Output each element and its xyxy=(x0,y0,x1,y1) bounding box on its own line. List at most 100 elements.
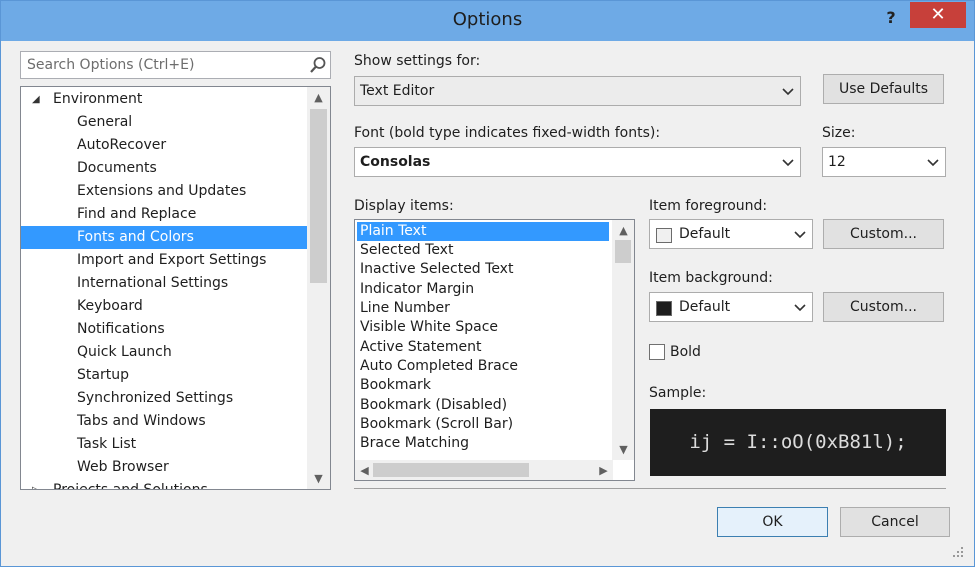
tree-item-label: Keyboard xyxy=(77,298,143,314)
chevron-down-icon xyxy=(794,304,806,312)
scroll-up-icon[interactable]: ▲ xyxy=(615,222,632,239)
tree-item-label: Extensions and Updates xyxy=(77,183,247,199)
scroll-down-icon[interactable]: ▼ xyxy=(310,470,327,487)
search-icon[interactable] xyxy=(308,55,328,75)
size-label: Size: xyxy=(822,125,856,141)
item-background-label: Item background: xyxy=(649,270,773,286)
tree-item-projects[interactable]: ▷ Projects and Solutions xyxy=(21,479,307,490)
bold-checkbox[interactable] xyxy=(649,344,665,360)
font-value: Consolas xyxy=(360,154,431,170)
expand-triangle-icon[interactable]: ◢ xyxy=(32,88,40,111)
tree-item-label: Synchronized Settings xyxy=(77,390,234,406)
list-horizontal-scrollbar[interactable]: ◀ ▶ xyxy=(355,460,613,480)
collapse-triangle-icon[interactable]: ▷ xyxy=(32,479,40,489)
tree-item-environment[interactable]: ◢ Environment xyxy=(21,88,307,111)
tree-item-label: Find and Replace xyxy=(77,206,197,222)
help-button[interactable]: ? xyxy=(879,7,903,29)
tree-item-autorecover[interactable]: AutoRecover xyxy=(21,134,307,157)
tree-item-keyboard[interactable]: Keyboard xyxy=(21,295,307,318)
tree-item-label: Notifications xyxy=(77,321,165,337)
bold-label: Bold xyxy=(670,344,701,360)
show-settings-value: Text Editor xyxy=(360,83,435,99)
title-bar[interactable]: Options ? ✕ xyxy=(1,1,974,41)
tree-scrollbar[interactable]: ▲ ▼ xyxy=(307,87,330,489)
tree-item-label: Projects and Solutions xyxy=(53,482,208,490)
font-combo[interactable]: Consolas xyxy=(354,147,801,177)
tree-item-task-list[interactable]: Task List xyxy=(21,433,307,456)
use-defaults-button[interactable]: Use Defaults xyxy=(823,74,944,104)
background-value: Default xyxy=(679,299,731,315)
list-item[interactable]: Visible White Space xyxy=(357,318,609,337)
display-items-list[interactable]: Plain Text Selected Text Inactive Select… xyxy=(354,219,635,481)
search-box[interactable] xyxy=(20,51,331,79)
tree-item-tabs-windows[interactable]: Tabs and Windows xyxy=(21,410,307,433)
foreground-custom-button[interactable]: Custom... xyxy=(823,219,944,249)
tree-item-fonts-colors[interactable]: Fonts and Colors xyxy=(21,226,307,249)
tree-item-general[interactable]: General xyxy=(21,111,307,134)
options-tree[interactable]: ◢ Environment General AutoRecover Docume… xyxy=(20,86,331,490)
scroll-left-icon[interactable]: ◀ xyxy=(356,462,373,479)
list-item[interactable]: Line Number xyxy=(357,299,609,318)
list-item[interactable]: Brace Matching xyxy=(357,434,609,453)
list-item[interactable]: Selected Text xyxy=(357,241,609,260)
tree-scroll-thumb[interactable] xyxy=(310,109,327,283)
tree-item-find-replace[interactable]: Find and Replace xyxy=(21,203,307,226)
tree-item-label: AutoRecover xyxy=(77,137,167,153)
tree-item-notifications[interactable]: Notifications xyxy=(21,318,307,341)
display-items-label: Display items: xyxy=(354,198,454,214)
scroll-down-icon[interactable]: ▼ xyxy=(615,441,632,458)
background-combo[interactable]: Default xyxy=(649,292,813,322)
list-item[interactable]: Bookmark xyxy=(357,376,609,395)
ok-button[interactable]: OK xyxy=(717,507,828,537)
scroll-up-icon[interactable]: ▲ xyxy=(310,89,327,106)
cancel-button[interactable]: Cancel xyxy=(840,507,950,537)
list-vertical-scrollbar[interactable]: ▲ ▼ xyxy=(612,220,634,460)
list-hscroll-thumb[interactable] xyxy=(373,463,529,477)
tree-item-label: Startup xyxy=(77,367,129,383)
list-item[interactable]: Bookmark (Scroll Bar) xyxy=(357,415,609,434)
list-item[interactable]: Plain Text xyxy=(357,222,609,241)
foreground-value: Default xyxy=(679,226,731,242)
background-custom-button[interactable]: Custom... xyxy=(823,292,944,322)
dialog-title: Options xyxy=(452,9,523,30)
list-item[interactable]: Auto Completed Brace xyxy=(357,357,609,376)
sample-preview: ij = I::oO(0xB81l); xyxy=(650,409,946,476)
dialog-body: ◢ Environment General AutoRecover Docume… xyxy=(9,41,966,560)
item-foreground-label: Item foreground: xyxy=(649,198,768,214)
list-item[interactable]: Bookmark (Disabled) xyxy=(357,396,609,415)
list-item[interactable]: Active Statement xyxy=(357,338,609,357)
tree-item-international[interactable]: International Settings xyxy=(21,272,307,295)
tree-item-startup[interactable]: Startup xyxy=(21,364,307,387)
tree-item-label: Documents xyxy=(77,160,157,176)
chevron-down-icon xyxy=(782,159,794,167)
tree-item-label: Fonts and Colors xyxy=(77,229,194,245)
tree-item-extensions[interactable]: Extensions and Updates xyxy=(21,180,307,203)
tree-item-label: Tabs and Windows xyxy=(77,413,206,429)
list-item[interactable]: Inactive Selected Text xyxy=(357,260,609,279)
size-combo[interactable]: 12 xyxy=(822,147,946,177)
close-button[interactable]: ✕ xyxy=(910,2,966,28)
show-settings-combo[interactable]: Text Editor xyxy=(354,76,801,106)
options-dialog: Options ? ✕ ◢ Environment General AutoRe… xyxy=(0,0,975,567)
foreground-swatch xyxy=(656,228,672,243)
resize-grip-icon[interactable] xyxy=(952,546,964,558)
show-settings-label: Show settings for: xyxy=(354,53,481,69)
foreground-combo[interactable]: Default xyxy=(649,219,813,249)
chevron-down-icon xyxy=(794,231,806,239)
list-item[interactable]: Indicator Margin xyxy=(357,280,609,299)
tree-item-synchronized[interactable]: Synchronized Settings xyxy=(21,387,307,410)
font-label: Font (bold type indicates fixed-width fo… xyxy=(354,125,661,141)
tree-item-label: Web Browser xyxy=(77,459,169,475)
chevron-down-icon xyxy=(782,88,794,96)
search-input[interactable] xyxy=(25,55,295,75)
list-vscroll-thumb[interactable] xyxy=(615,240,631,263)
tree-item-label: International Settings xyxy=(77,275,229,291)
tree-item-label: General xyxy=(77,114,133,130)
separator xyxy=(354,488,946,489)
tree-item-import-export[interactable]: Import and Export Settings xyxy=(21,249,307,272)
tree-item-label: Task List xyxy=(77,436,137,452)
tree-item-quick-launch[interactable]: Quick Launch xyxy=(21,341,307,364)
tree-item-documents[interactable]: Documents xyxy=(21,157,307,180)
tree-item-web-browser[interactable]: Web Browser xyxy=(21,456,307,479)
scroll-right-icon[interactable]: ▶ xyxy=(595,462,612,479)
